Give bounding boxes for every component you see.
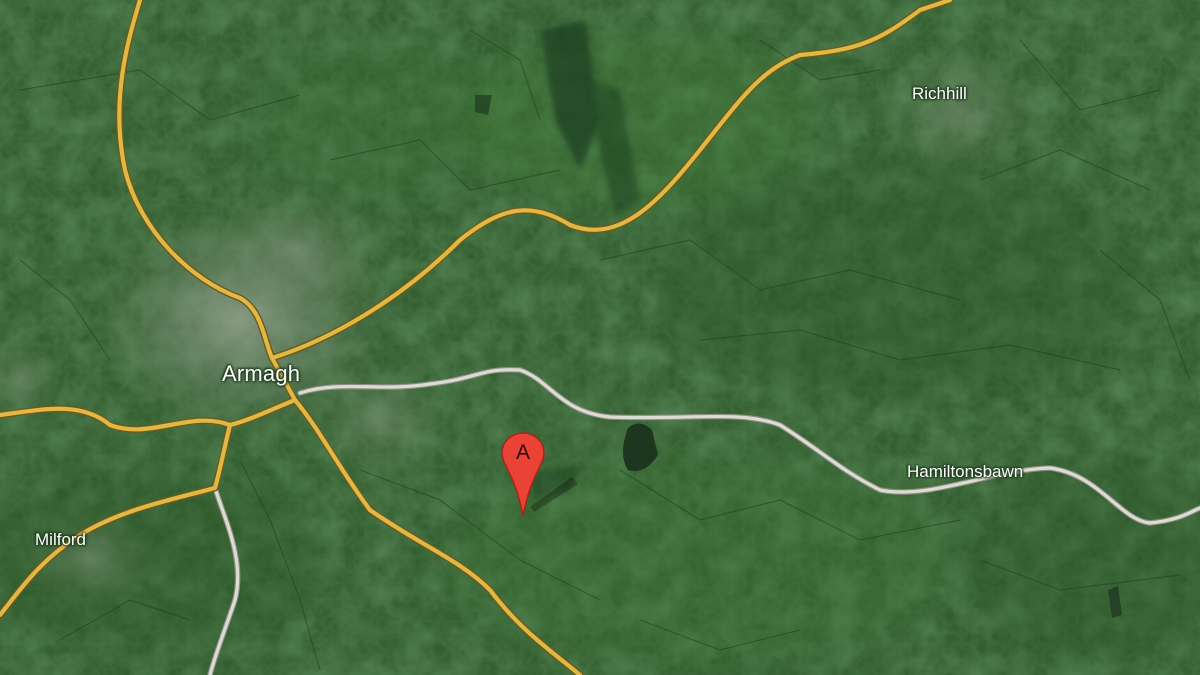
location-marker-a[interactable]: A	[500, 432, 578, 518]
marker-letter: A	[515, 441, 530, 464]
place-label-armagh: Armagh	[222, 361, 301, 386]
map-imagery	[0, 0, 1200, 675]
place-label-richhill: Richhill	[912, 84, 967, 103]
place-label-milford: Milford	[35, 530, 87, 549]
satellite-map[interactable]: Armagh Richhill Milford Hamiltonsbawn A	[0, 0, 1200, 675]
place-label-hamiltonsbawn: Hamiltonsbawn	[907, 462, 1024, 481]
